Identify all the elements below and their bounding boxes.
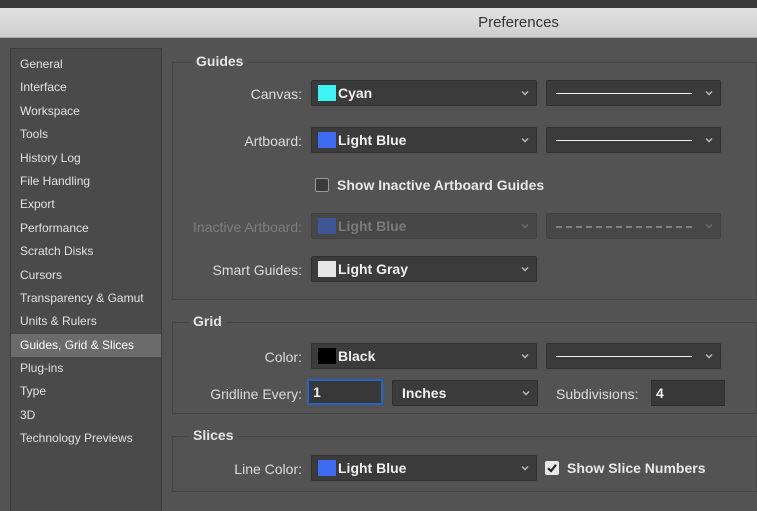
sidebar-item-scratch-disks[interactable]: Scratch Disks xyxy=(11,240,161,263)
smart-guides-label: Smart Guides: xyxy=(212,262,302,278)
show-slice-numbers-checkbox[interactable] xyxy=(545,461,559,475)
smart-guides-color-value: Light Gray xyxy=(338,261,409,277)
solid-line-sample xyxy=(556,93,692,94)
slices-group-title: Slices xyxy=(189,427,238,443)
chevron-down-icon xyxy=(521,138,529,143)
sidebar-item-type[interactable]: Type xyxy=(11,380,161,403)
gridline-unit-value: Inches xyxy=(402,385,447,401)
slice-line-color-value: Light Blue xyxy=(338,460,407,476)
window-title: Preferences xyxy=(478,14,559,31)
canvas-line-style-select[interactable] xyxy=(546,80,721,106)
smart-guides-color-swatch xyxy=(318,261,336,277)
show-inactive-artboard-guides-label[interactable]: Show Inactive Artboard Guides xyxy=(337,177,544,193)
show-slice-numbers-label[interactable]: Show Slice Numbers xyxy=(567,460,705,476)
sidebar-item-file-handling[interactable]: File Handling xyxy=(11,170,161,193)
subdivisions-input[interactable] xyxy=(651,380,725,406)
sidebar-item-general[interactable]: General xyxy=(11,53,161,76)
sidebar-item-transparency-gamut[interactable]: Transparency & Gamut xyxy=(11,287,161,310)
canvas-color-select[interactable]: Cyan xyxy=(311,80,537,106)
inactive-artboard-color-select: Light Blue xyxy=(311,213,537,239)
chevron-down-icon xyxy=(521,267,529,272)
slice-line-color-select[interactable]: Light Blue xyxy=(311,455,537,481)
sidebar-item-interface[interactable]: Interface xyxy=(11,76,161,99)
inactive-artboard-color-swatch xyxy=(318,218,336,234)
canvas-color-swatch xyxy=(318,85,336,101)
show-inactive-artboard-guides-checkbox[interactable] xyxy=(315,178,329,192)
grid-line-style-select[interactable] xyxy=(546,343,721,369)
sidebar-item-performance[interactable]: Performance xyxy=(11,217,161,240)
chevron-down-icon xyxy=(521,91,529,96)
inactive-artboard-label: Inactive Artboard: xyxy=(193,219,302,235)
grid-group-title: Grid xyxy=(189,313,226,329)
slice-line-color-label: Line Color: xyxy=(234,461,302,477)
checkmark-icon xyxy=(547,464,557,473)
grid-color-swatch xyxy=(318,348,336,364)
canvas-color-value: Cyan xyxy=(338,85,373,101)
guides-group-title: Guides xyxy=(193,53,247,69)
title-bar: Preferences xyxy=(0,0,757,38)
sidebar-item-plug-ins[interactable]: Plug-ins xyxy=(11,357,161,380)
grid-color-value: Black xyxy=(338,348,376,364)
chevron-down-icon xyxy=(705,224,713,229)
canvas-label: Canvas: xyxy=(250,86,302,102)
artboard-color-value: Light Blue xyxy=(338,132,407,148)
sidebar-item-cursors[interactable]: Cursors xyxy=(11,264,161,287)
chevron-down-icon xyxy=(705,91,713,96)
solid-line-sample xyxy=(556,356,692,357)
inactive-artboard-line-style-select xyxy=(546,213,721,239)
solid-line-sample xyxy=(556,140,692,141)
artboard-color-swatch xyxy=(318,132,336,148)
chevron-down-icon xyxy=(705,354,713,359)
sidebar-item-workspace[interactable]: Workspace xyxy=(11,100,161,123)
chevron-down-icon xyxy=(522,391,530,396)
grid-color-label: Color: xyxy=(264,349,302,365)
smart-guides-color-select[interactable]: Light Gray xyxy=(311,256,537,282)
artboard-line-style-select[interactable] xyxy=(546,127,721,153)
sidebar-item-technology-previews[interactable]: Technology Previews xyxy=(11,427,161,450)
grid-color-select[interactable]: Black xyxy=(311,343,537,369)
subdivisions-label: Subdivisions: xyxy=(556,386,639,402)
sidebar-item-guides-grid-slices[interactable]: Guides, Grid & Slices xyxy=(11,333,161,358)
chevron-down-icon xyxy=(521,466,529,471)
slice-line-color-swatch xyxy=(318,460,336,476)
sidebar-item-export[interactable]: Export xyxy=(11,193,161,216)
preferences-sidebar: General Interface Workspace Tools History Lo… xyxy=(10,48,162,511)
gridline-every-input[interactable] xyxy=(307,379,383,405)
chevron-down-icon xyxy=(521,224,529,229)
sidebar-item-tools[interactable]: Tools xyxy=(11,123,161,146)
gridline-unit-select[interactable]: Inches xyxy=(392,380,538,406)
artboard-label: Artboard: xyxy=(244,133,302,149)
sidebar-item-history-log[interactable]: History Log xyxy=(11,147,161,170)
window-top-strip xyxy=(0,0,757,8)
chevron-down-icon xyxy=(705,138,713,143)
sidebar-item-units-rulers[interactable]: Units & Rulers xyxy=(11,310,161,333)
inactive-artboard-color-value: Light Blue xyxy=(338,218,407,234)
sidebar-item-3d[interactable]: 3D xyxy=(11,404,161,427)
dashed-line-sample xyxy=(556,226,692,228)
chevron-down-icon xyxy=(521,354,529,359)
gridline-every-label: Gridline Every: xyxy=(210,386,302,402)
artboard-color-select[interactable]: Light Blue xyxy=(311,127,537,153)
